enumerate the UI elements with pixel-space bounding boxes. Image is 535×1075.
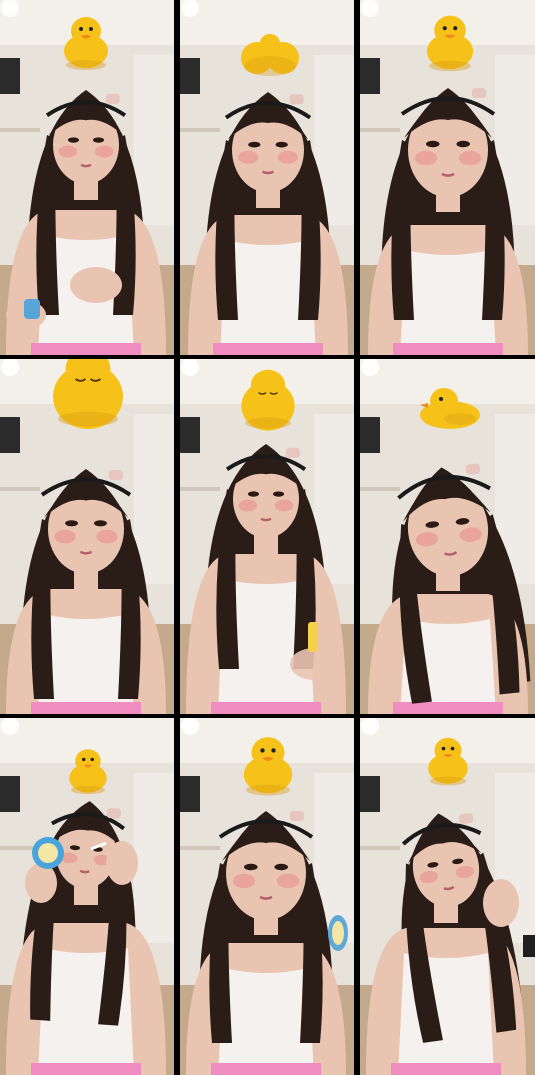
tv [180, 417, 200, 453]
tv [180, 776, 200, 812]
tv [360, 776, 380, 812]
tv [0, 58, 20, 94]
frame-9 [360, 718, 535, 1075]
frame-3 [360, 0, 535, 355]
tv [0, 417, 20, 453]
tv [180, 58, 200, 94]
tv [360, 417, 380, 453]
tv [360, 58, 380, 94]
frame-8 [180, 718, 354, 1075]
frame-6 [360, 359, 535, 714]
tv [0, 776, 20, 812]
frame-2 [180, 0, 354, 355]
photo-collage [0, 0, 535, 1075]
frame-5 [180, 359, 354, 714]
frame-1 [0, 0, 174, 355]
frame-7 [0, 718, 174, 1075]
frame-4 [0, 359, 174, 714]
